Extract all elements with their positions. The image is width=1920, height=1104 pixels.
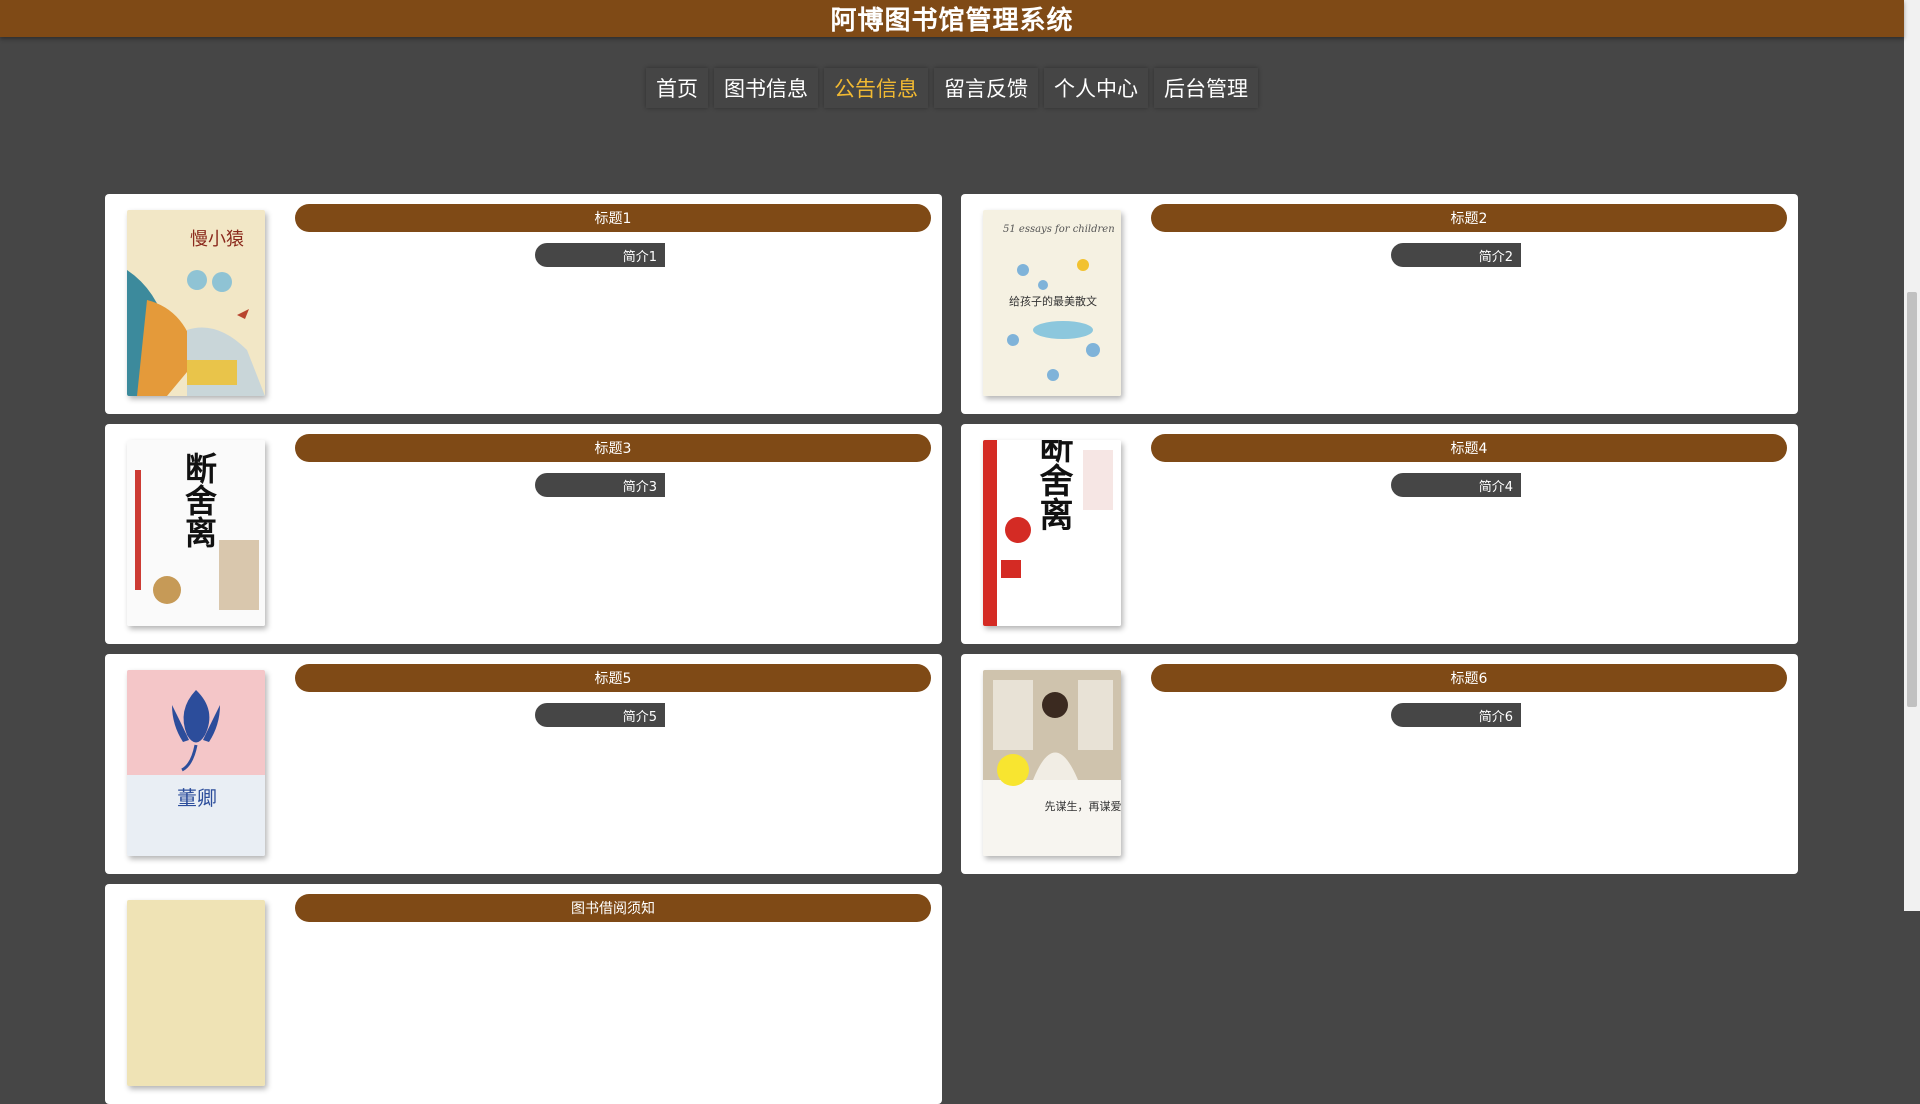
notice-summary: 简介4: [1391, 473, 1521, 497]
cover-title-text: 给孩子的最美散文: [1009, 294, 1097, 308]
cover-art: 断舍离: [983, 440, 1121, 626]
notice-title[interactable]: 标题6: [1151, 664, 1787, 692]
cover-art: [127, 900, 265, 1086]
nav-item-book-info[interactable]: 图书信息: [714, 68, 818, 108]
book-cover-image[interactable]: 慢小猿: [127, 210, 265, 396]
book-cover-image[interactable]: [127, 900, 265, 1086]
cover-title-text: 慢小猿: [190, 229, 244, 250]
notice-summary: 简介3: [535, 473, 665, 497]
site-title: 阿博图书馆管理系统: [830, 6, 1074, 36]
notice-card[interactable]: 图书借阅须知: [105, 884, 942, 1104]
notice-card[interactable]: 断舍离 标题3 简介3: [105, 424, 942, 644]
cover-title-text: 断舍离: [180, 452, 218, 548]
cover-subtitle-text: 51 essays for children: [1003, 224, 1115, 235]
cover-art: 断舍离: [127, 440, 265, 626]
nav-item-announcements[interactable]: 公告信息: [824, 68, 928, 108]
book-cover-image[interactable]: 断舍离: [127, 440, 265, 626]
notice-card[interactable]: 51 essays for children 给孩子的最美散文 标题2 简介2: [961, 194, 1798, 414]
notice-summary: 简介2: [1391, 243, 1521, 267]
cover-title-text: 董卿: [177, 786, 217, 810]
notice-title[interactable]: 标题4: [1151, 434, 1787, 462]
notice-title[interactable]: 标题5: [295, 664, 931, 692]
cover-art: 先谋生，再谋爱: [983, 670, 1121, 856]
book-cover-image[interactable]: 董卿: [127, 670, 265, 856]
notice-summary: 简介5: [535, 703, 665, 727]
vertical-scrollbar[interactable]: [1904, 0, 1920, 911]
notice-card[interactable]: 先谋生，再谋爱 标题6 简介6: [961, 654, 1798, 874]
cover-art: 董卿: [127, 670, 265, 856]
cover-art: 慢小猿: [127, 210, 265, 396]
scrollbar-thumb[interactable]: [1907, 292, 1917, 707]
notice-summary: 简介6: [1391, 703, 1521, 727]
notice-card[interactable]: 断舍离 标题4 简介4: [961, 424, 1798, 644]
notice-card[interactable]: 董卿 标题5 简介5: [105, 654, 942, 874]
cover-title-text: 先谋生，再谋爱: [1045, 799, 1122, 813]
notice-title[interactable]: 标题3: [295, 434, 931, 462]
nav-item-home[interactable]: 首页: [646, 68, 708, 108]
cover-title-text: 断舍离: [1033, 440, 1073, 531]
book-cover-image[interactable]: 先谋生，再谋爱: [983, 670, 1121, 856]
nav-item-admin[interactable]: 后台管理: [1154, 68, 1258, 108]
nav-item-personal-center[interactable]: 个人中心: [1044, 68, 1148, 108]
header-bar: 阿博图书馆管理系统: [0, 0, 1904, 37]
main-nav: 首页 图书信息 公告信息 留言反馈 个人中心 后台管理: [0, 68, 1904, 108]
nav-item-feedback[interactable]: 留言反馈: [934, 68, 1038, 108]
book-cover-image[interactable]: 51 essays for children 给孩子的最美散文: [983, 210, 1121, 396]
notice-title[interactable]: 标题2: [1151, 204, 1787, 232]
notice-summary: 简介1: [535, 243, 665, 267]
cover-art: 51 essays for children 给孩子的最美散文: [983, 210, 1121, 396]
notice-card[interactable]: 慢小猿 标题1 简介1: [105, 194, 942, 414]
notice-title[interactable]: 标题1: [295, 204, 931, 232]
notice-title[interactable]: 图书借阅须知: [295, 894, 931, 922]
book-cover-image[interactable]: 断舍离: [983, 440, 1121, 626]
